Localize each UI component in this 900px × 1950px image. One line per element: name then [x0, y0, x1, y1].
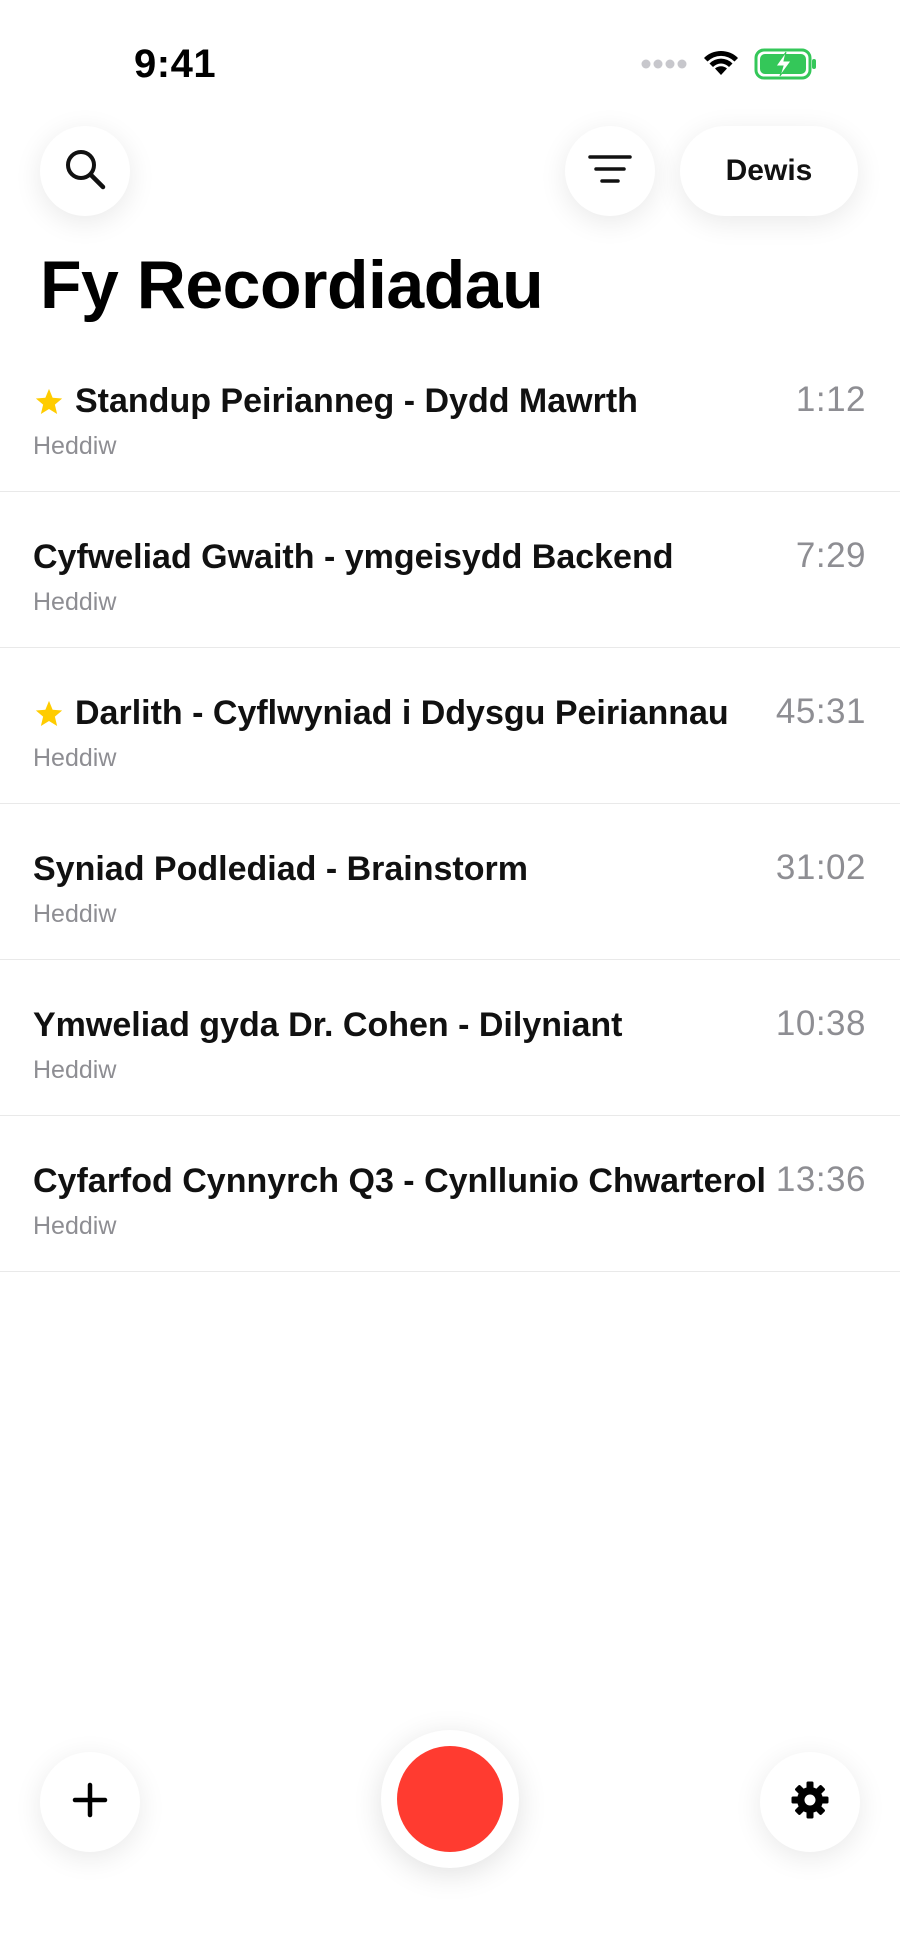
recording-title: Syniad Podlediad - Brainstorm	[33, 850, 528, 888]
recording-title-line: Cyfweliad Gwaith - ymgeisydd Backend	[33, 538, 674, 577]
recording-row[interactable]: Ymweliad gyda Dr. Cohen - Dilyniant Heddi…	[0, 960, 900, 1116]
battery-charging-icon	[754, 48, 818, 85]
recordings-screen: 9:41 Dewis Fy Recordiadau Standup Peiria…	[0, 0, 900, 1950]
page-title: Fy Recordiadau	[40, 247, 544, 323]
recording-row[interactable]: Syniad Podlediad - Brainstorm Heddiw 31:02	[0, 804, 900, 960]
star-icon	[33, 698, 65, 730]
recording-date: Heddiw	[33, 744, 117, 772]
recording-title-line: Ymweliad gyda Dr. Cohen - Dilyniant	[33, 1006, 622, 1045]
plus-icon	[72, 1782, 108, 1823]
status-time: 9:41	[134, 42, 217, 86]
recording-title-line: Cyfarfod Cynnyrch Q3 - Cynllunio Chwarte…	[33, 1162, 766, 1201]
gear-icon	[790, 1780, 830, 1825]
status-icons	[640, 48, 818, 85]
recording-title: Ymweliad gyda Dr. Cohen - Dilyniant	[33, 1006, 623, 1044]
recording-date: Heddiw	[33, 1212, 117, 1240]
recording-duration: 45:31	[775, 692, 866, 731]
search-icon	[63, 147, 107, 196]
record-icon	[397, 1746, 503, 1852]
filter-button[interactable]	[565, 126, 655, 216]
recording-title-line: Standup Peirianneg - Dydd Mawrth	[33, 382, 638, 421]
wifi-icon	[702, 49, 740, 84]
recording-duration: 1:12	[795, 380, 866, 419]
recording-row[interactable]: Darlith - Cyflwyniad i Ddysgu Peiriannau…	[0, 648, 900, 804]
add-button[interactable]	[40, 1752, 140, 1852]
recording-row[interactable]: Cyfweliad Gwaith - ymgeisydd Backend Hedd…	[0, 492, 900, 648]
filter-icon	[588, 153, 632, 190]
settings-button[interactable]	[760, 1752, 860, 1852]
recording-title: Cyfarfod Cynnyrch Q3 - Cynllunio Chwarte…	[33, 1162, 766, 1200]
recording-date: Heddiw	[33, 900, 117, 928]
recording-date: Heddiw	[33, 588, 117, 616]
select-button[interactable]: Dewis	[680, 126, 858, 216]
recording-list: Standup Peirianneg - Dydd Mawrth Heddiw 1:…	[0, 336, 900, 1272]
recording-duration: 31:02	[775, 848, 866, 887]
recording-title: Cyfweliad Gwaith - ymgeisydd Backend	[33, 538, 674, 576]
signal-icon	[640, 57, 688, 76]
search-button[interactable]	[40, 126, 130, 216]
recording-duration: 10:38	[775, 1004, 866, 1043]
recording-duration: 13:36	[775, 1160, 866, 1199]
star-icon	[33, 386, 65, 418]
recording-title: Standup Peirianneg - Dydd Mawrth	[75, 382, 638, 420]
recording-title-line: Darlith - Cyflwyniad i Ddysgu Peiriannau	[33, 694, 729, 733]
recording-title-line: Syniad Podlediad - Brainstorm	[33, 850, 528, 889]
recording-date: Heddiw	[33, 432, 117, 460]
recording-duration: 7:29	[795, 536, 866, 575]
status-bar: 9:41	[0, 0, 900, 110]
recording-row[interactable]: Standup Peirianneg - Dydd Mawrth Heddiw 1:…	[0, 336, 900, 492]
record-button[interactable]	[381, 1730, 519, 1868]
recording-row[interactable]: Cyfarfod Cynnyrch Q3 - Cynllunio Chwarte…	[0, 1116, 900, 1272]
recording-title: Darlith - Cyflwyniad i Ddysgu Peiriannau	[75, 694, 729, 732]
recording-date: Heddiw	[33, 1056, 117, 1084]
